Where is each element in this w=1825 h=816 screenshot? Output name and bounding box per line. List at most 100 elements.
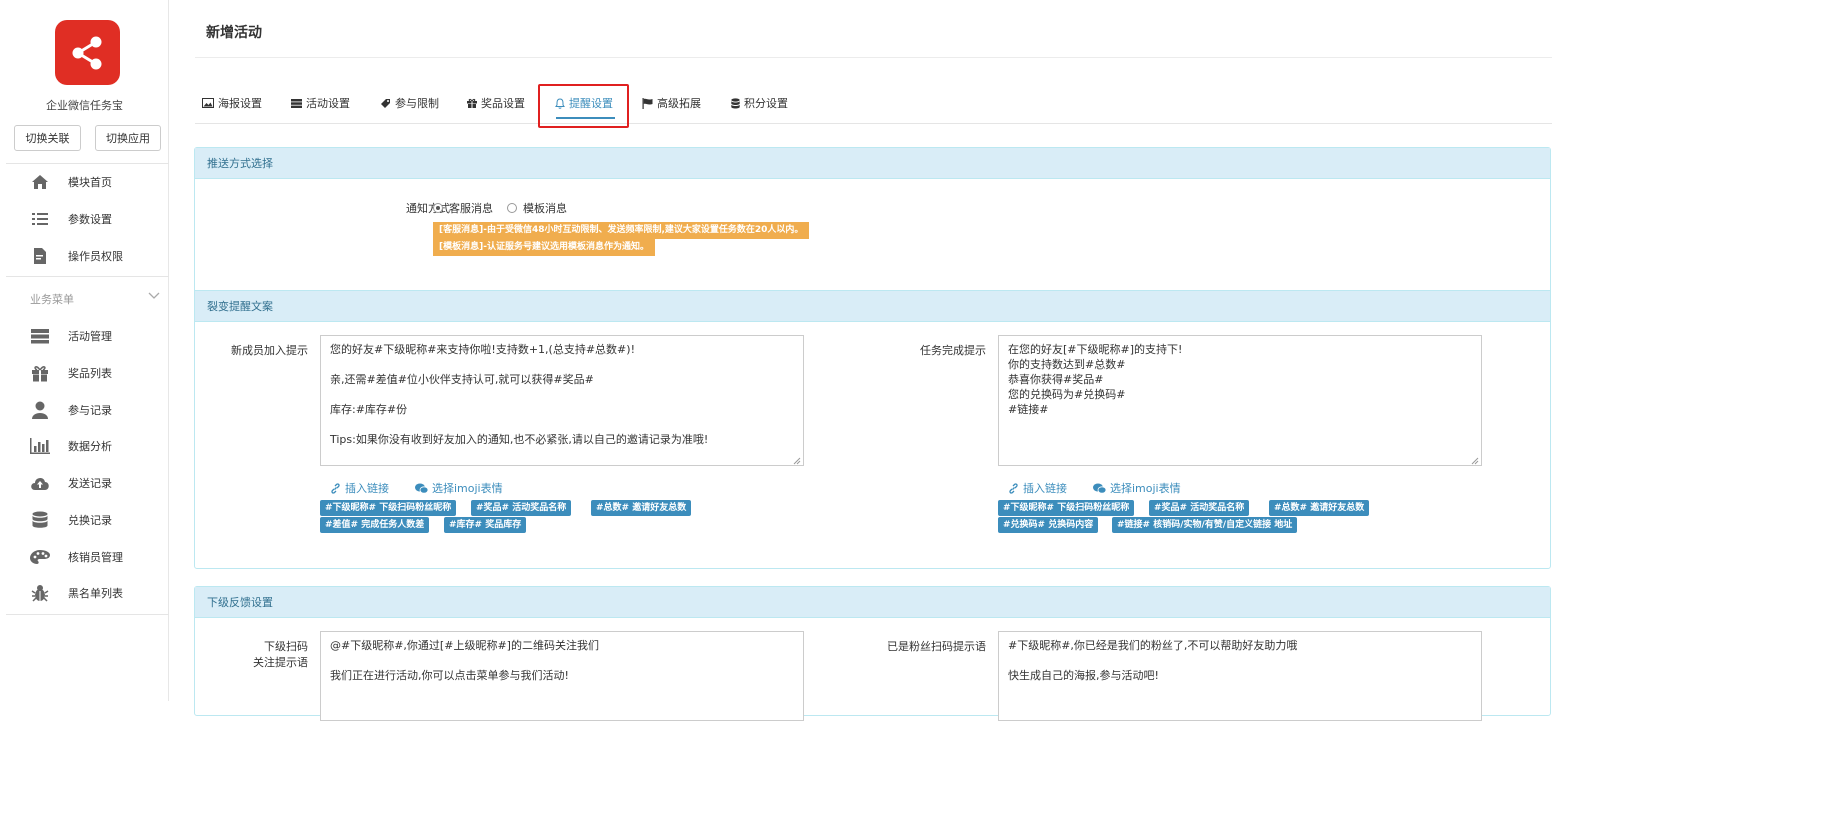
- sidebar-item-activity[interactable]: 活动管理: [0, 322, 169, 350]
- switch-link-button[interactable]: 切换关联: [14, 125, 81, 151]
- sidebar-item-label: 数据分析: [68, 440, 112, 453]
- sidebar-divider: [6, 614, 169, 615]
- link-label: 选择imoji表情: [1110, 482, 1181, 495]
- radio-template[interactable]: 模板消息: [507, 200, 567, 216]
- panel-title: 推送方式选择: [195, 148, 1550, 179]
- chevron-down-icon[interactable]: [148, 290, 160, 303]
- page-title: 新增活动: [206, 25, 262, 41]
- panel-title: 下级反馈设置: [195, 587, 1550, 618]
- sidebar-divider: [6, 276, 169, 277]
- scan-tip-label-line2: 关注提示语: [253, 656, 308, 669]
- cloud-upload-icon: [29, 472, 51, 494]
- placeholder-tag[interactable]: #差值# 完成任务人数差: [320, 517, 430, 533]
- link-label: 插入链接: [345, 482, 389, 495]
- tab-label: 奖品设置: [481, 97, 525, 110]
- placeholder-tag[interactable]: #奖品# 活动奖品名称: [471, 500, 572, 516]
- sidebar-item-params[interactable]: 参数设置: [0, 205, 169, 233]
- link-icon: [1008, 482, 1019, 494]
- tab-activity[interactable]: 活动设置: [291, 88, 350, 118]
- tab-participation-limit[interactable]: 参与限制: [380, 88, 439, 118]
- choose-emoji-button[interactable]: 选择imoji表情: [1093, 480, 1181, 496]
- radio-dot-checked[interactable]: [433, 203, 443, 213]
- sidebar-item-label: 黑名单列表: [68, 587, 123, 600]
- placeholder-tag[interactable]: #兑换码# 兑换码内容: [998, 517, 1099, 533]
- tab-poster[interactable]: 海报设置: [202, 88, 262, 118]
- file-edit-icon: [29, 245, 51, 267]
- placeholder-tag[interactable]: #链接# 核销码/实物/有赞/自定义链接 地址: [1112, 517, 1298, 533]
- sidebar-item-label: 操作员权限: [68, 250, 123, 263]
- user-icon: [29, 399, 51, 421]
- sidebar-item-send-records[interactable]: 发送记录: [0, 469, 169, 497]
- radio-dot[interactable]: [507, 203, 517, 213]
- tab-prizes[interactable]: 奖品设置: [467, 88, 525, 118]
- sidebar-item-label: 奖品列表: [68, 367, 112, 380]
- gift-icon: [467, 98, 477, 108]
- sidebar-item-blacklist[interactable]: 黑名单列表: [0, 579, 169, 607]
- app-logo[interactable]: [55, 20, 120, 85]
- sidebar-item-redeem-records[interactable]: 兑换记录: [0, 506, 169, 534]
- scan-tip-label-line1: 下级扫码: [264, 640, 308, 653]
- chat-icon: [1093, 483, 1106, 494]
- bar-chart-icon: [29, 435, 51, 457]
- placeholder-tag[interactable]: #库存# 奖品库存: [444, 517, 527, 533]
- join-tip-label: 新成员加入提示: [231, 344, 308, 357]
- tab-label: 参与限制: [395, 97, 439, 110]
- scan-tip-textarea[interactable]: @#下级昵称#,你通过[#上级昵称#]的二维码关注我们 我们正在进行活动,你可以…: [320, 631, 804, 721]
- settings-tabs: 海报设置 活动设置 参与限制 奖品设置 提醒设置 高级拓展 积分设置: [195, 88, 1552, 124]
- sidebar-item-records[interactable]: 参与记录: [0, 396, 169, 424]
- join-tip-textarea[interactable]: 您的好友#下级昵称#来支持你啦!支持数+1,(总支持#总数#)! 亲,还需#差值…: [320, 335, 804, 466]
- sidebar-divider: [6, 163, 169, 164]
- resize-handle-icon[interactable]: [1471, 455, 1479, 465]
- insert-link-button[interactable]: 插入链接: [1008, 480, 1067, 496]
- push-settings-panel: 推送方式选择 通知方式 客服消息 模板消息 [客服消息]-由于受微信48小时互动…: [194, 147, 1551, 569]
- database-icon: [731, 97, 740, 109]
- sidebar-item-operator[interactable]: 操作员权限: [0, 242, 169, 270]
- sidebar-item-label: 参数设置: [68, 213, 112, 226]
- server-icon: [291, 98, 302, 108]
- radio-label: 客服消息: [449, 202, 493, 215]
- tag-icon: [380, 98, 391, 109]
- note-template: [模板消息]-认证服务号建议选用模板消息作为通知。: [433, 239, 655, 256]
- sidebar-item-label: 活动管理: [68, 330, 112, 343]
- sidebar-item-label: 模块首页: [68, 176, 112, 189]
- link-label: 选择imoji表情: [432, 482, 503, 495]
- sidebar-item-home[interactable]: 模块首页: [0, 168, 169, 196]
- placeholder-tag[interactable]: #总数# 邀请好友总数: [1269, 500, 1370, 516]
- sidebar: 企业微信任务宝 切换关联 切换应用 模块首页 参数设置 操作员权限 业务菜单 活…: [0, 0, 169, 701]
- note-kefu: [客服消息]-由于受微信48小时互动限制、发送频率限制,建议大家设置任务数在20…: [433, 222, 810, 239]
- sidebar-section-title: 业务菜单: [30, 293, 74, 306]
- tab-label: 活动设置: [306, 97, 350, 110]
- placeholder-tag[interactable]: #奖品# 活动奖品名称: [1149, 500, 1250, 516]
- feedback-settings-panel: 下级反馈设置 下级扫码 关注提示语 @#下级昵称#,你通过[#上级昵称#]的二维…: [194, 586, 1551, 721]
- switch-app-button[interactable]: 切换应用: [95, 125, 161, 151]
- placeholder-tag[interactable]: #总数# 邀请好友总数: [591, 500, 692, 516]
- database-icon: [29, 509, 51, 531]
- bug-icon: [29, 582, 51, 604]
- gift-icon: [29, 362, 51, 384]
- placeholder-tag[interactable]: #下级昵称# 下级扫码粉丝昵称: [998, 500, 1135, 516]
- insert-link-button[interactable]: 插入链接: [330, 480, 389, 496]
- choose-emoji-button[interactable]: 选择imoji表情: [415, 480, 503, 496]
- highlight-frame: [538, 84, 629, 128]
- title-divider: [195, 57, 1552, 58]
- resize-handle-icon[interactable]: [793, 455, 801, 465]
- fan-tip-textarea[interactable]: #下级昵称#,你已经是我们的粉丝了,不可以帮助好友助力哦 快生成自己的海报,参与…: [998, 631, 1482, 721]
- sidebar-item-analysis[interactable]: 数据分析: [0, 432, 169, 460]
- tab-label: 高级拓展: [657, 97, 701, 110]
- sidebar-item-prizes[interactable]: 奖品列表: [0, 359, 169, 387]
- tab-label: 海报设置: [218, 97, 262, 110]
- complete-tip-textarea[interactable]: 在您的好友[#下级昵称#]的支持下! 你的支持数达到#总数# 恭喜你获得#奖品#…: [998, 335, 1482, 466]
- home-icon: [29, 171, 51, 193]
- palette-icon: [29, 546, 51, 568]
- radio-kefu[interactable]: 客服消息: [433, 200, 493, 216]
- server-icon: [29, 325, 51, 347]
- chat-icon: [415, 483, 428, 494]
- sidebar-item-verifier[interactable]: 核销员管理: [0, 543, 169, 571]
- tab-advanced[interactable]: 高级拓展: [642, 88, 701, 118]
- share-icon: [72, 36, 101, 69]
- sidebar-item-label: 兑换记录: [68, 514, 112, 527]
- placeholder-tag[interactable]: #下级昵称# 下级扫码粉丝昵称: [320, 500, 457, 516]
- tab-points[interactable]: 积分设置: [731, 88, 788, 118]
- image-icon: [202, 98, 214, 108]
- link-label: 插入链接: [1023, 482, 1067, 495]
